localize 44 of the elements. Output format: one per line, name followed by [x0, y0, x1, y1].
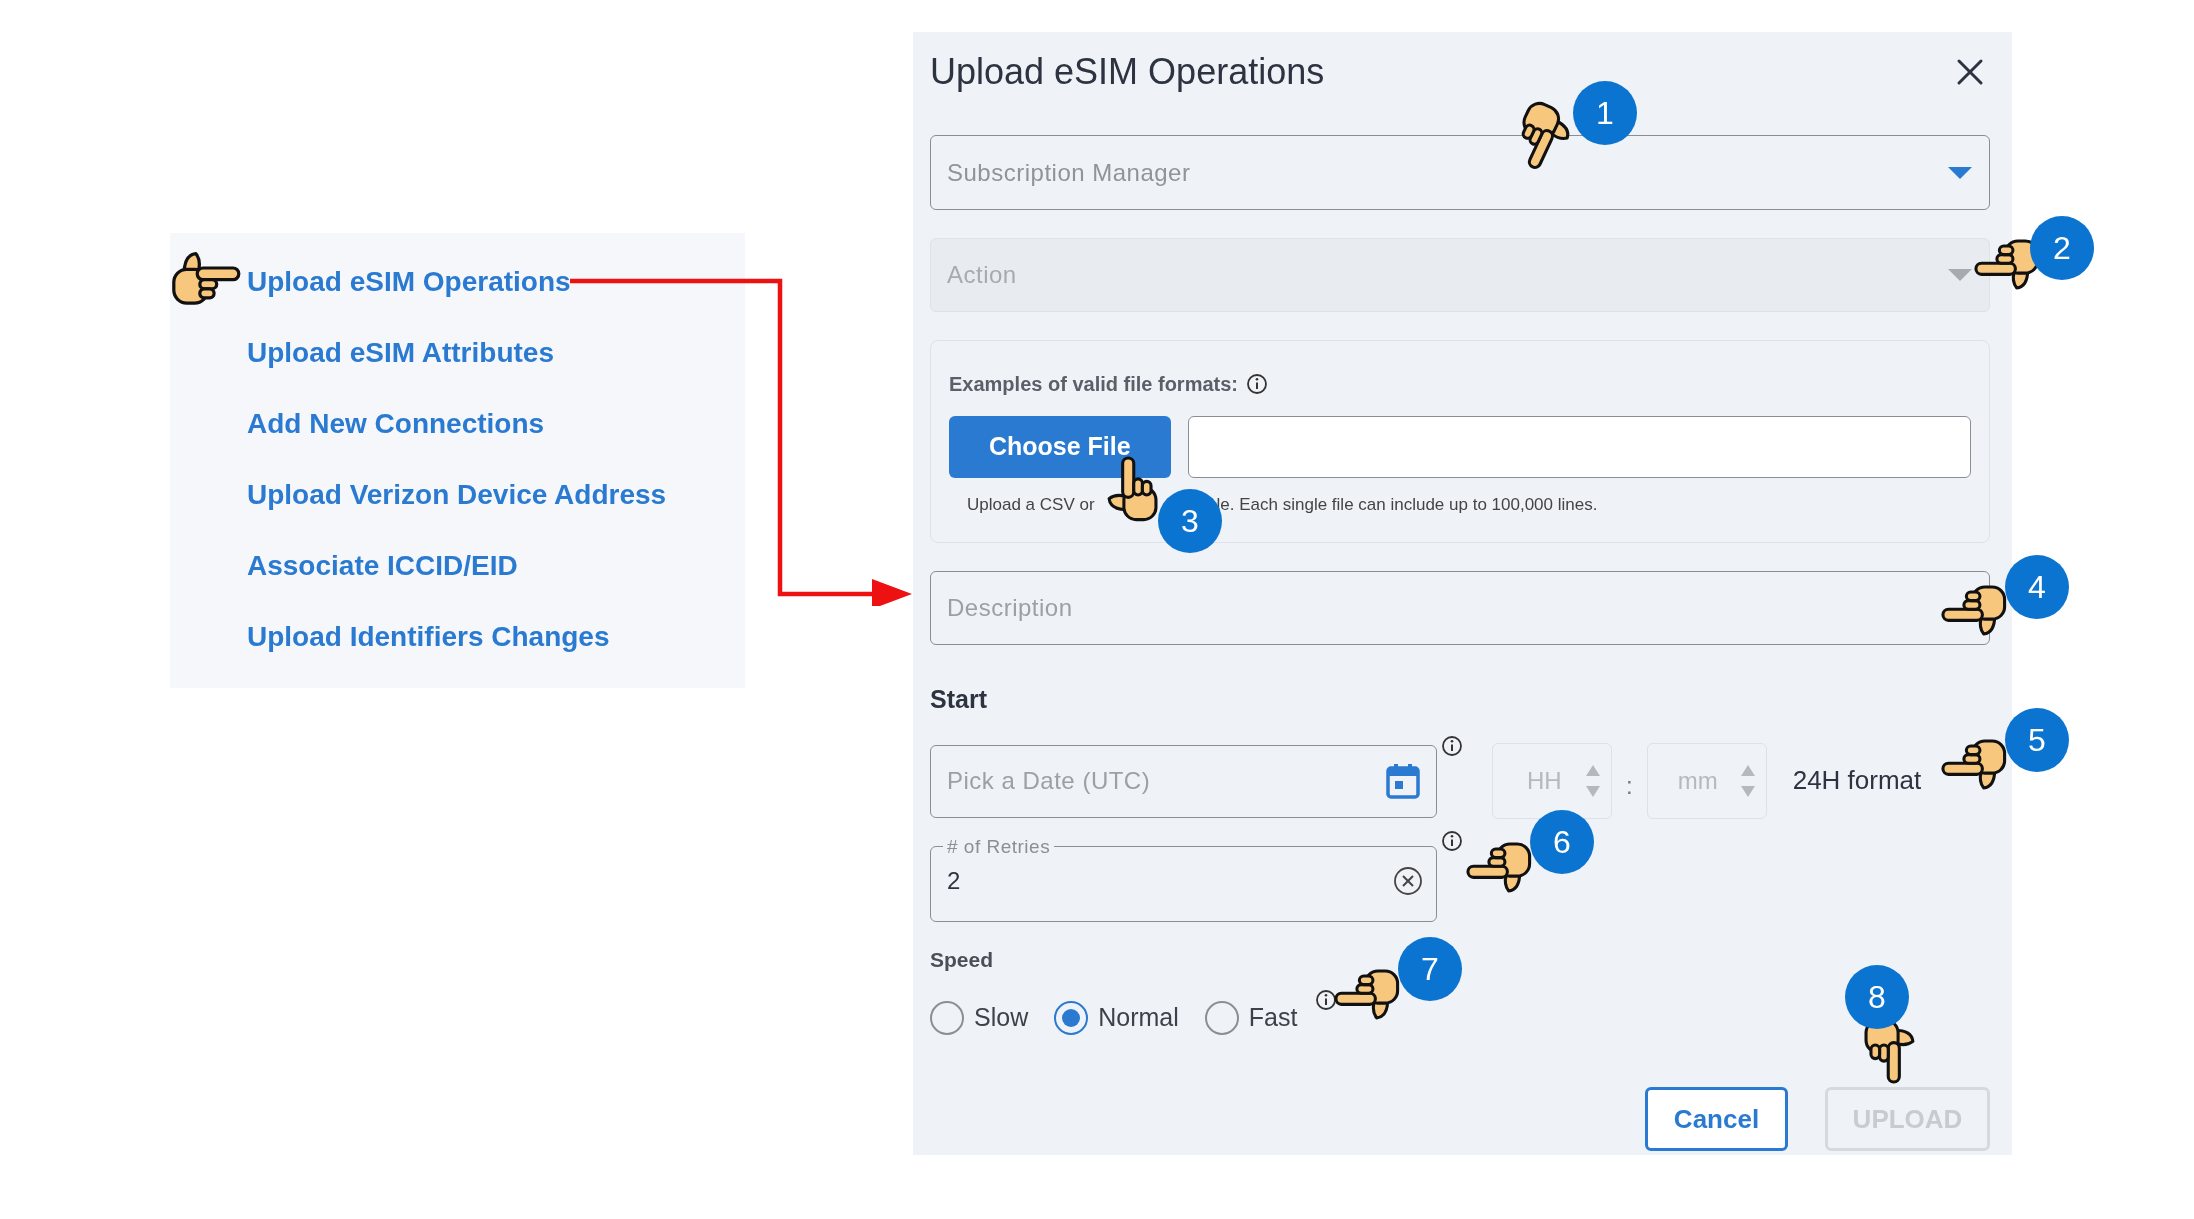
radio-button[interactable] — [930, 1001, 964, 1035]
format-note: 24H format — [1792, 764, 1922, 797]
menu-link[interactable]: Upload Verizon Device Address — [247, 474, 667, 516]
info-icon[interactable] — [1246, 373, 1268, 395]
hour-placeholder: HH — [1527, 765, 1562, 796]
dialog-title: Upload eSIM Operations — [930, 50, 1325, 94]
dropdown-placeholder: Subscription Manager — [947, 157, 1191, 188]
menu-link[interactable]: Upload eSIM Attributes — [247, 332, 554, 374]
calendar-icon[interactable] — [1386, 763, 1420, 799]
description-field[interactable]: Description — [930, 571, 1990, 645]
retries-label: # of Retries — [946, 834, 1052, 859]
retries-value: 2 — [947, 865, 961, 896]
menu-link[interactable]: Upload Identifiers Changes — [247, 616, 610, 658]
choose-file-button[interactable]: Choose File — [949, 416, 1171, 478]
step-number-badge: 2 — [2030, 216, 2094, 280]
close-icon[interactable] — [1956, 58, 1984, 86]
menu-link[interactable]: Upload eSIM Operations — [247, 261, 571, 303]
radio-button[interactable] — [1204, 1001, 1239, 1035]
menu-link[interactable]: Associate ICCID/EID — [247, 545, 518, 587]
radio-label: Slow — [974, 1002, 1029, 1034]
description-placeholder: Description — [947, 593, 1073, 623]
dropdown-arrow-icon[interactable] — [1947, 165, 1973, 180]
date-field[interactable]: Pick a Date (UTC) — [930, 744, 1437, 818]
radio-label: Fast — [1248, 1002, 1298, 1034]
file-name-field[interactable] — [1187, 416, 1971, 478]
radio-button[interactable] — [1054, 1001, 1089, 1035]
time-separator: : — [1626, 770, 1633, 801]
info-icon[interactable] — [1441, 734, 1463, 757]
helper-text: Upload a CSV or — [967, 494, 1095, 516]
menu-link[interactable]: Add New Connections — [247, 403, 545, 445]
step-number-badge: 5 — [2005, 708, 2069, 772]
info-icon[interactable] — [1315, 989, 1338, 1011]
dropdown-placeholder: Action — [947, 260, 1017, 290]
file-formats-label: Examples of valid file formats: — [949, 372, 1238, 397]
clear-icon[interactable] — [1392, 864, 1424, 897]
info-icon[interactable] — [1441, 829, 1463, 852]
cancel-button[interactable]: Cancel — [1645, 1087, 1788, 1151]
radio-label: Normal — [1098, 1002, 1179, 1034]
start-label: Start — [930, 684, 987, 715]
speed-label: Speed — [930, 946, 994, 973]
step-number-badge: 4 — [2005, 555, 2069, 619]
date-placeholder: Pick a Date (UTC) — [947, 766, 1151, 796]
minute-placeholder: mm — [1677, 765, 1718, 796]
dropdown-field[interactable]: Subscription Manager — [930, 135, 1990, 210]
